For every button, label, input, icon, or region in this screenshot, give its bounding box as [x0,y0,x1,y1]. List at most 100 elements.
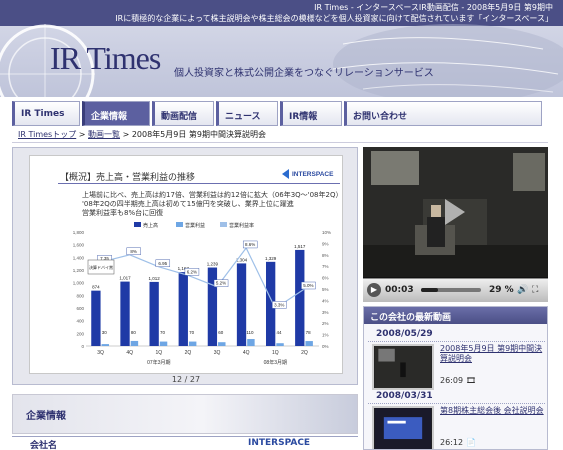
y-axis-tick-label: 1,600 [73,243,85,248]
video-file-icon[interactable]: 🎞 [466,376,476,385]
header-world-graphic [332,24,563,97]
latest-video-duration: 26:09 [440,376,464,385]
profit-data-label: 30 [102,330,108,335]
header-info-bar: IR Times - インタースペースIR動画配信 - 2008年5月9日 第9… [0,0,563,26]
x-axis-tick-label: 2Q [301,350,308,356]
y-axis-tick-label: 0 [81,344,84,349]
x-axis-tick-label: 3Q [97,350,104,356]
sales-data-label: 1,329 [265,256,277,261]
margin-data-label: 8.6% [245,242,255,247]
y2-axis-tick-label: 5% [322,287,329,292]
video-screen[interactable] [363,147,548,277]
margin-data-label: 5.2% [216,281,226,286]
x-axis-tick-label: 4Q [243,350,250,356]
slide-text-line: 営業利益率も8%台に回復 [82,209,164,217]
header-info-line2: IRに積極的な企業によって株主説明会や株主総会の模様などを個人投資家に向けて配信… [115,14,553,23]
breadcrumb: IR Timesトップ > 動画一覧 > 2008年5月9日 第9期中間決算説明… [12,129,548,143]
pdf-icon[interactable]: 📄 [466,438,476,447]
breadcrumb-separator: > [122,130,130,139]
tab-company-info[interactable]: 企業情報 [82,101,150,126]
slide-viewer: 【概況】売上高・営業利益の推移 INTERSPACE 上場前に比べ、売上高は約1… [12,147,358,385]
slide-page: 【概況】売上高・営業利益の推移 INTERSPACE 上場前に比べ、売上高は約1… [29,155,343,374]
profit-bar [305,341,313,346]
x-axis-tick-label: 1Q [272,350,279,356]
latest-video-date: 2008/05/29 [368,329,545,342]
slide-brand-text: INTERSPACE [292,171,334,178]
sales-data-label: 1,517 [294,244,306,249]
latest-videos-heading: この会社の最新動画 [364,307,547,324]
y-axis-tick-label: 800 [76,293,84,298]
y-axis-tick-label: 1,000 [73,281,85,286]
latest-video-thumbnail[interactable] [372,344,434,390]
y-axis-tick-label: 1,800 [73,230,85,235]
tab-video[interactable]: 動画配信 [152,101,214,126]
y2-axis-tick-label: 2% [322,321,329,326]
y-axis-tick-label: 1,200 [73,268,85,273]
sales-bar [295,249,305,346]
profit-bar [276,343,284,346]
legend-swatch [176,222,183,227]
fullscreen-icon[interactable]: ⛶ [532,285,538,295]
x-axis-tick-label: 2Q [185,350,192,356]
callout-text: 決算ドバイ賞 [89,264,113,270]
tab-contact[interactable]: お問い合わせ [344,101,542,126]
tab-ir-times[interactable]: IR Times [12,101,80,126]
slide-body-text: 上場前に比べ、売上高は約17倍、営業利益は約12倍に拡大（06年3Q～'08年2… [82,191,342,218]
y2-axis-tick-label: 9% [322,241,329,246]
y-axis-tick-label: 400 [76,319,84,324]
profit-data-label: 110 [246,330,254,335]
breadcrumb-home-link[interactable]: IR Timesトップ [18,130,76,139]
profit-data-label: 80 [131,330,137,335]
slide-title: 【概況】売上高・営業利益の推移 [60,173,196,183]
slide-pager[interactable]: 12 / 27 [13,375,359,384]
sales-bar [149,281,159,346]
margin-data-label: 3.3% [274,302,284,307]
latest-video-title-link[interactable]: 第8期株主総会後 会社説明会 [440,406,544,416]
header-info-line1: IR Times - インタースペースIR動画配信 - 2008年5月9日 第9… [314,3,553,12]
play-icon[interactable]: ▶ [367,283,381,297]
margin-data-label: 6.2% [187,269,197,274]
margin-data-label: 8% [130,249,137,254]
x-axis-tick-label: 4Q [126,350,133,356]
company-info-heading: 企業情報 [26,411,66,422]
profit-data-label: 60 [218,330,224,335]
video-seekbar-fill [421,288,439,292]
tab-ir-info[interactable]: IR情報 [280,101,342,126]
margin-data-label: 6.95 [158,261,167,266]
y-axis-tick-label: 200 [76,331,84,336]
y2-axis-tick-label: 4% [322,298,329,303]
company-name-label: 会社名 [30,441,58,450]
y2-axis-tick-label: 3% [322,310,329,315]
profit-data-label: 44 [277,330,283,335]
latest-video-duration: 26:12 [440,438,464,447]
site-logo[interactable]: IR Times [50,40,161,77]
latest-video-title-link[interactable]: 2008年5月9日 第9期中間決算説明会 [440,344,544,364]
y2-axis-tick-label: 6% [322,276,329,281]
latest-video-thumbnail[interactable] [372,406,434,450]
profit-bar [130,340,139,346]
profit-bar [159,341,168,346]
slide-title-rule [58,183,340,184]
sales-bar [207,267,218,346]
slide-text-line: '08年2Qの四半期売上高は初めて15億円を突破し、業界上位に躍進 [82,200,294,208]
y2-axis-tick-label: 8% [322,253,329,258]
sales-bar [91,290,101,346]
sales-data-label: 1,017 [119,276,131,281]
video-progress-percent: 29 % [489,285,514,295]
profit-data-label: 78 [306,330,312,335]
tab-news[interactable]: ニュース [216,101,278,126]
legend-label: 営業利益率 [229,222,254,229]
sales-profit-chart: 売上高 営業利益 営業利益率 0 200 400 600 800 1,000 1,200 1,400… [73,222,331,366]
x-axis-tick-label: 1Q [155,350,162,356]
volume-icon[interactable]: 🔊 [517,285,528,295]
video-player[interactable]: ▶ 00:03 29 % 🔊 ⛶ [363,147,548,302]
profit-bar [188,341,197,346]
margin-data-label: 5.0% [303,283,313,288]
y-axis-tick-label: 1,400 [73,255,85,260]
y-axis-tick-label: 600 [76,306,84,311]
legend-label: 売上高 [143,222,158,229]
sales-data-label: 1,012 [149,276,161,281]
breadcrumb-list-link[interactable]: 動画一覧 [88,130,120,139]
video-seekbar[interactable] [421,288,481,292]
video-controls: ▶ 00:03 29 % 🔊 ⛶ [363,278,548,302]
